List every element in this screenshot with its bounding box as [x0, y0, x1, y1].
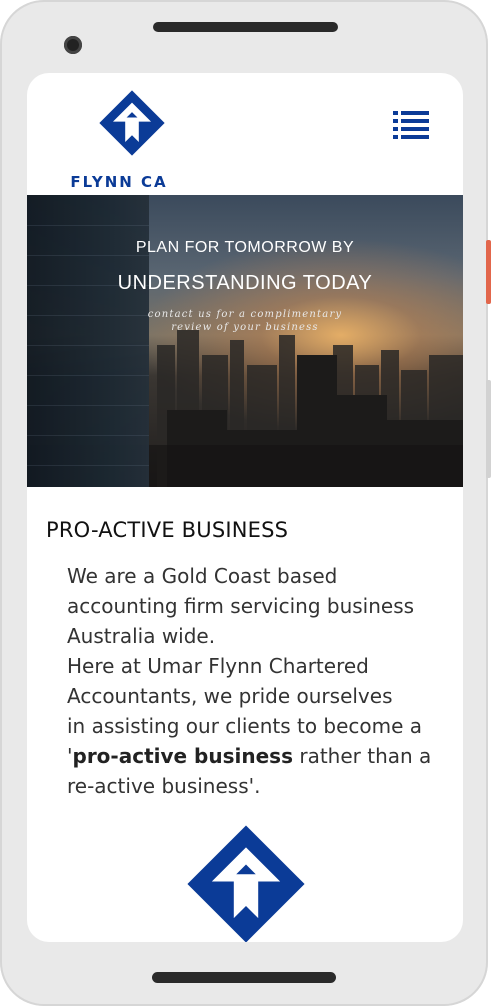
brand-logo[interactable]: FLYNN CA	[57, 89, 181, 191]
para1-line2: accounting firm servicing business	[67, 594, 415, 618]
para2-line3: in assisting our clients to become a	[67, 714, 423, 738]
hero-subtitle-line1: contact us for a complimentary	[147, 309, 343, 320]
para2-line2: Accountants, we pride ourselves	[67, 684, 393, 708]
para2-line1: Here at Umar Flynn Chartered	[67, 654, 369, 678]
bold-phrase: pro-active business	[72, 744, 293, 768]
para1-line1: We are a Gold Coast based	[67, 564, 338, 588]
volume-button	[486, 380, 491, 478]
section-title: PRO-ACTIVE BUSINESS	[46, 518, 289, 542]
brand-name: FLYNN CA	[70, 173, 168, 191]
screen: FLYNN CA PLAN FOR TOMORROW BY UNDERSTAND…	[27, 73, 463, 942]
phone-frame: FLYNN CA PLAN FOR TOMORROW BY UNDERSTAND…	[0, 0, 491, 1006]
top-speaker	[153, 22, 338, 32]
hamburger-list-icon	[393, 111, 429, 139]
hero-subtitle[interactable]: contact us for a complimentary review of…	[27, 308, 463, 334]
para1-line3: Australia wide.	[67, 624, 216, 648]
bottom-speaker	[152, 972, 336, 983]
para2-line5: re-active business'.	[67, 774, 261, 798]
hero-title-line2: UNDERSTANDING TODAY	[117, 272, 373, 294]
footer-logo-icon	[187, 825, 305, 942]
power-button	[486, 240, 491, 304]
hero-subtitle-line2: review of your business	[171, 322, 319, 333]
front-camera	[64, 36, 82, 54]
hero-banner: PLAN FOR TOMORROW BY UNDERSTANDING TODAY…	[27, 195, 463, 487]
menu-button[interactable]	[393, 111, 429, 139]
flynn-logo-icon	[99, 90, 165, 156]
site-header: FLYNN CA	[27, 73, 463, 194]
hero-title-line1: PLAN FOR TOMORROW BY	[135, 239, 355, 256]
intro-paragraph: We are a Gold Coast based accounting fir…	[67, 561, 447, 801]
para2-line4: 'pro-active business rather than a	[67, 741, 447, 771]
after-bold: rather than a	[292, 744, 432, 768]
